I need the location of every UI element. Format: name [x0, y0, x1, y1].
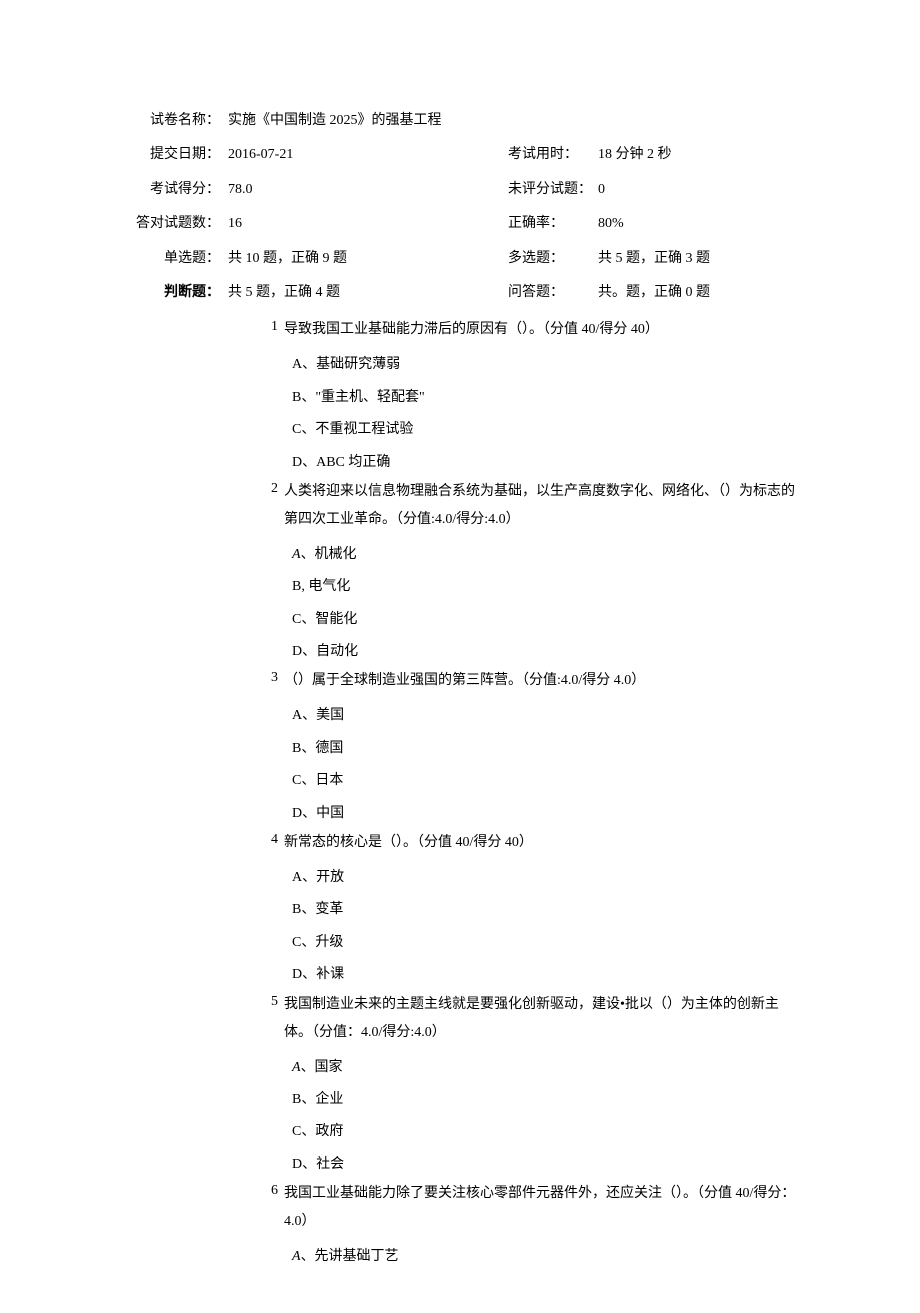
option-letter: A: [292, 1060, 301, 1075]
question-number: 3: [260, 667, 284, 689]
answer-option: A、基础研究薄弱: [284, 354, 800, 376]
question-number: 5: [260, 991, 284, 1013]
option-letter: A: [292, 547, 301, 562]
question-body: 导致我国工业基础能力滞后的原因有（）。（分值 40/得分 40） A、基础研究薄弱…: [284, 316, 800, 476]
question-text: 新常态的核心是（）。（分值 40/得分 40）: [284, 829, 800, 857]
label-accuracy: 正确率：: [508, 213, 598, 235]
label-duration: 考试用时：: [508, 144, 598, 166]
question: 1导致我国工业基础能力滞后的原因有（）。（分值 40/得分 40） A、基础研究薄…: [260, 316, 800, 476]
value-judge: 共 5 题，正确 4 题: [228, 282, 508, 304]
label-multi-choice: 多选题：: [508, 248, 598, 270]
meta-row-score: 考试得分： 78.0 未评分试题： 0: [120, 179, 800, 201]
question-number: 4: [260, 829, 284, 851]
question-text: 导致我国工业基础能力滞后的原因有（）。（分值 40/得分 40）: [284, 316, 800, 344]
answer-option: D、补课: [284, 964, 800, 986]
value-correct-count: 16: [228, 213, 508, 235]
question: 4新常态的核心是（）。（分值 40/得分 40） A、开放 B、变革 C、升级 D、补课: [260, 829, 800, 989]
question-text: 我国工业基础能力除了要关注核心零部件元器件外，还应关注（）。（分值 40/得分：…: [284, 1180, 800, 1236]
answer-option: C、不重视工程试验: [284, 419, 800, 441]
answer-option: B, 电气化: [284, 576, 800, 598]
answer-option: B、德国: [284, 738, 800, 760]
answer-option: A、先讲基础丁艺: [284, 1246, 800, 1268]
value-multi-choice: 共 5 题，正确 3 题: [598, 248, 800, 270]
label-score: 考试得分：: [120, 179, 228, 201]
answer-option: D、自动化: [284, 641, 800, 663]
answer-option: C、政府: [284, 1121, 800, 1143]
value-submit-date: 2016-07-21: [228, 144, 508, 166]
value-exam-name: 实施《中国制造 2025》的强基工程: [228, 110, 508, 132]
answer-option: A、国家: [284, 1057, 800, 1079]
answer-option: D、社会: [284, 1154, 800, 1176]
value-single-choice: 共 10 题，正确 9 题: [228, 248, 508, 270]
value-score: 78.0: [228, 179, 508, 201]
answer-option: D、中国: [284, 803, 800, 825]
answer-option: C、升级: [284, 932, 800, 954]
meta-row-date: 提交日期： 2016-07-21 考试用时： 18 分钟 2 秒: [120, 144, 800, 166]
answer-option: C、日本: [284, 770, 800, 792]
question-body: 我国工业基础能力除了要关注核心零部件元器件外，还应关注（）。（分值 40/得分：…: [284, 1180, 800, 1270]
question-number: 6: [260, 1180, 284, 1202]
label-judge: 判断题：: [120, 282, 228, 304]
answer-option: B、变革: [284, 899, 800, 921]
value-essay: 共。题，正确 0 题: [598, 282, 800, 304]
question-text: 人类将迎来以信息物理融合系统为基础，以生产高度数字化、网络化、（）为标志的第四次…: [284, 478, 800, 534]
question-body: （）属于全球制造业强国的第三阵营。（分值:4.0/得分 4.0） A、美国 B、德国…: [284, 667, 800, 827]
exam-metadata: 试卷名称： 实施《中国制造 2025》的强基工程 提交日期： 2016-07-2…: [120, 110, 800, 304]
question-body: 新常态的核心是（）。（分值 40/得分 40） A、开放 B、变革 C、升级 D、补课: [284, 829, 800, 989]
question: 5我国制造业未来的主题主线就是要强化创新驱动，建设•批以（）为主体的创新主体。（…: [260, 991, 800, 1179]
label-essay: 问答题：: [508, 282, 598, 304]
answer-option: B、"重主机、轻配套": [284, 387, 800, 409]
question-number: 2: [260, 478, 284, 500]
meta-row-name: 试卷名称： 实施《中国制造 2025》的强基工程: [120, 110, 800, 132]
label-correct-count: 答对试题数：: [120, 213, 228, 235]
option-text: 、机械化: [301, 547, 357, 562]
question-number: 1: [260, 316, 284, 338]
answer-option: A、开放: [284, 867, 800, 889]
value-ungraded: 0: [598, 179, 800, 201]
value-accuracy: 80%: [598, 213, 800, 235]
answer-option: D、ABC 均正确: [284, 452, 800, 474]
answer-option: A、机械化: [284, 544, 800, 566]
question-text: （）属于全球制造业强国的第三阵营。（分值:4.0/得分 4.0）: [284, 667, 800, 695]
question-body: 我国制造业未来的主题主线就是要强化创新驱动，建设•批以（）为主体的创新主体。（分…: [284, 991, 800, 1179]
option-text: 、先讲基础丁艺: [301, 1249, 399, 1264]
question-body: 人类将迎来以信息物理融合系统为基础，以生产高度数字化、网络化、（）为标志的第四次…: [284, 478, 800, 666]
question: 2人类将迎来以信息物理融合系统为基础，以生产高度数字化、网络化、（）为标志的第四…: [260, 478, 800, 666]
option-text: 、国家: [301, 1060, 343, 1075]
label-ungraded: 未评分试题：: [508, 179, 598, 201]
label-exam-name: 试卷名称：: [120, 110, 228, 132]
label-submit-date: 提交日期：: [120, 144, 228, 166]
answer-option: C、智能化: [284, 609, 800, 631]
question-list: 1导致我国工业基础能力滞后的原因有（）。（分值 40/得分 40） A、基础研究薄…: [260, 316, 800, 1270]
question: 3（）属于全球制造业强国的第三阵营。（分值:4.0/得分 4.0） A、美国 B、德…: [260, 667, 800, 827]
option-letter: A: [292, 1249, 301, 1264]
meta-row-judge: 判断题： 共 5 题，正确 4 题 问答题： 共。题，正确 0 题: [120, 282, 800, 304]
answer-option: A、美国: [284, 705, 800, 727]
value-duration: 18 分钟 2 秒: [598, 144, 800, 166]
question: 6我国工业基础能力除了要关注核心零部件元器件外，还应关注（）。（分值 40/得分…: [260, 1180, 800, 1270]
meta-row-correct: 答对试题数： 16 正确率： 80%: [120, 213, 800, 235]
answer-option: B、企业: [284, 1089, 800, 1111]
question-text: 我国制造业未来的主题主线就是要强化创新驱动，建设•批以（）为主体的创新主体。（分…: [284, 991, 800, 1047]
meta-row-single: 单选题： 共 10 题，正确 9 题 多选题： 共 5 题，正确 3 题: [120, 248, 800, 270]
label-single-choice: 单选题：: [120, 248, 228, 270]
